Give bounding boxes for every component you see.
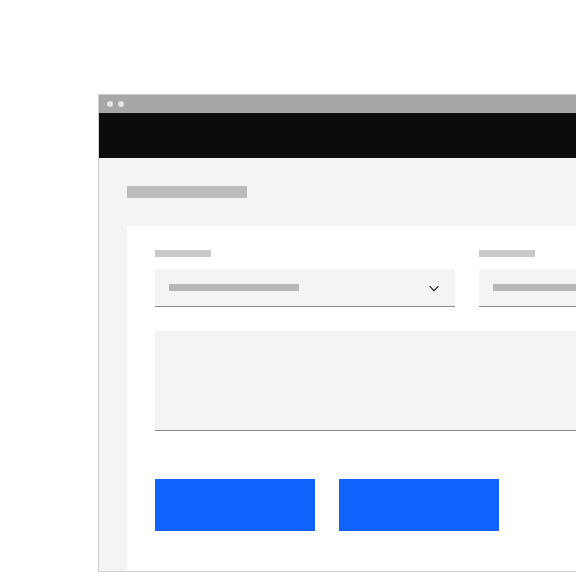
field-1-label [155,250,211,257]
field-1-select[interactable] [155,269,455,307]
buttons-row [155,479,576,531]
fields-row [155,250,576,307]
window-titlebar [99,95,576,113]
page-title [127,186,247,198]
form-textarea[interactable] [155,331,576,431]
app-window [98,94,576,572]
field-2-label [479,250,535,257]
app-header [99,113,576,158]
field-1-value [169,284,299,291]
primary-button-2[interactable] [339,479,499,531]
window-control-minimize[interactable] [118,101,124,107]
form-field-2 [479,250,576,307]
primary-button-1[interactable] [155,479,315,531]
field-2-value [493,284,576,291]
window-control-close[interactable] [107,101,113,107]
form-panel [127,226,576,571]
field-2-select[interactable] [479,269,576,307]
form-field-1 [155,250,455,307]
chevron-down-icon [427,281,441,295]
page-content [99,158,576,571]
